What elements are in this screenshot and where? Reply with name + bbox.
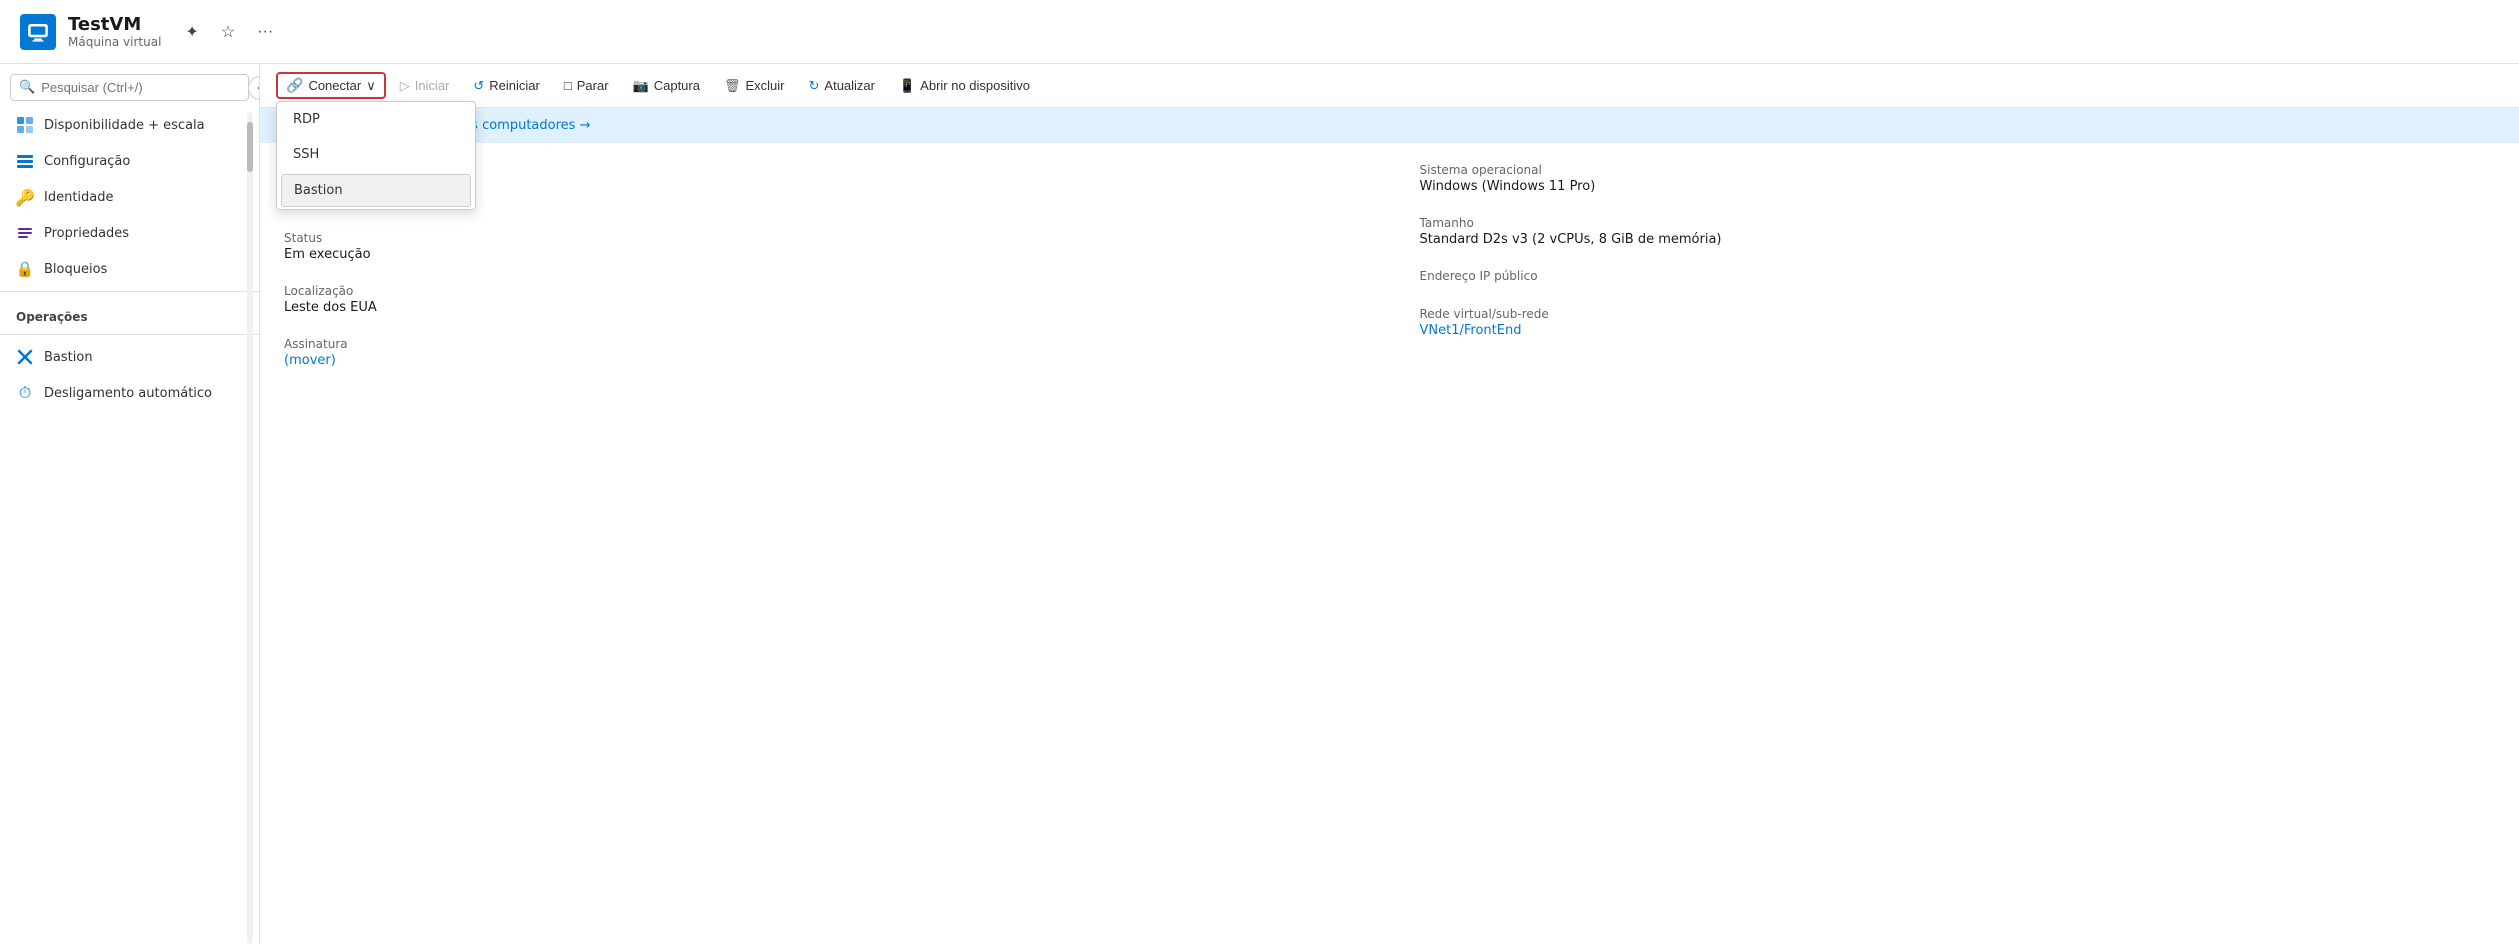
title-group: TestVM Máquina virtual [68,14,161,49]
chevron-down-icon: ∨ [366,78,376,94]
conectar-dropdown-menu: RDP SSH Bastion [276,101,476,210]
assinatura-move-link[interactable]: (mover) [284,353,1360,368]
scrollbar-track [247,112,253,944]
excluir-icon: 🗑 [724,78,741,94]
conectar-icon: 🔗 [286,77,303,94]
more-button[interactable]: ··· [253,19,277,45]
sistema-label: Sistema operacional [1420,163,2496,177]
info-fields-right: Sistema operacional Windows (Windows 11 … [1420,163,2496,368]
parar-icon: □ [564,78,572,93]
sidebar-item-label: Desligamento automático [44,386,212,401]
tamanho-value: Standard D2s v3 (2 vCPUs, 8 GiB de memór… [1420,232,2496,247]
sidebar-item-desligamento[interactable]: ⏱ Desligamento automático [0,375,259,411]
header-actions: ✦ ☆ ··· [181,18,277,46]
sidebar: 🔍 « Disponibilidade + escala [0,64,260,944]
main-layout: 🔍 « Disponibilidade + escala [0,64,2519,944]
field-sistema: Sistema operacional Windows (Windows 11 … [1420,163,2496,194]
reiniciar-icon: ↺ [473,78,484,94]
sidebar-item-disponibilidade[interactable]: Disponibilidade + escala [0,107,259,143]
clock-icon: ⏱ [16,384,34,402]
atualizar-icon: ↻ [809,78,820,94]
page-header: TestVM Máquina virtual ✦ ☆ ··· [0,0,2519,64]
field-status: Status Em execução [284,231,1360,262]
content-area: 🔗 Conectar ∨ RDP SSH Bastion ▷ Iniciar ↺… [260,64,2519,944]
field-localizacao: Localização Leste dos EUA [284,284,1360,315]
info-grid: Grupo de recursos (mover) TestRG1 Status… [284,163,2495,368]
bars-icon [16,224,34,242]
vm-icon [20,14,56,50]
abrir-icon: 📱 [899,78,915,94]
ip-label: Endereço IP público [1420,269,2496,283]
config-icon [16,152,34,170]
sidebar-item-label: Propriedades [44,226,129,241]
conectar-dropdown-container: 🔗 Conectar ∨ RDP SSH Bastion [276,72,386,99]
search-input[interactable] [41,80,240,95]
section-operacoes: Operações [0,296,259,330]
sidebar-item-label: Disponibilidade + escala [44,118,205,133]
tamanho-label: Tamanho [1420,216,2496,230]
field-assinatura: Assinatura (mover) [284,337,1360,368]
key-icon: 🔑 [16,188,34,206]
sidebar-divider-2 [0,334,259,335]
dropdown-item-rdp[interactable]: RDP [277,102,475,137]
pin-button[interactable]: ✦ [181,18,202,46]
conectar-button[interactable]: 🔗 Conectar ∨ [276,72,386,99]
sidebar-item-label: Bastion [44,350,93,365]
status-value: Em execução [284,247,1360,262]
page-title: TestVM [68,14,161,35]
field-ip: Endereço IP público [1420,269,2496,285]
lock-icon: 🔒 [16,260,34,278]
localizacao-label: Localização [284,284,1360,298]
sidebar-item-configuracao[interactable]: Configuração [0,143,259,179]
atualizar-button[interactable]: ↻ Atualizar [799,73,885,99]
localizacao-value: Leste dos EUA [284,300,1360,315]
sidebar-divider [0,291,259,292]
field-tamanho: Tamanho Standard D2s v3 (2 vCPUs, 8 GiB … [1420,216,2496,247]
captura-button[interactable]: 📷 Captura [623,73,710,99]
toolbar: 🔗 Conectar ∨ RDP SSH Bastion ▷ Iniciar ↺… [260,64,2519,108]
sidebar-item-bloqueios[interactable]: 🔒 Bloqueios [0,251,259,287]
info-banner: devem ser instaladas em seus computadore… [260,108,2519,143]
field-rede: Rede virtual/sub-rede VNet1/FrontEnd [1420,307,2496,338]
sidebar-item-label: Bloqueios [44,262,107,277]
search-icon: 🔍 [19,80,35,95]
excluir-button[interactable]: 🗑 Excluir [714,73,795,99]
dropdown-item-bastion[interactable]: Bastion [281,174,471,207]
sidebar-collapse-button[interactable]: « [248,76,260,100]
reiniciar-button[interactable]: ↺ Reiniciar [463,73,549,99]
rede-value-link[interactable]: VNet1/FrontEnd [1420,323,2496,338]
captura-icon: 📷 [633,78,649,94]
iniciar-icon: ▷ [400,78,410,94]
grid-icon [16,116,34,134]
favorite-button[interactable]: ☆ [217,18,239,46]
sidebar-item-bastion[interactable]: Bastion [0,339,259,375]
parar-button[interactable]: □ Parar [554,73,619,98]
assinatura-label: Assinatura [284,337,1360,351]
sidebar-search-container[interactable]: 🔍 [10,74,249,101]
sidebar-item-identidade[interactable]: 🔑 Identidade [0,179,259,215]
sidebar-item-propriedades[interactable]: Propriedades [0,215,259,251]
iniciar-button[interactable]: ▷ Iniciar [390,73,460,99]
sidebar-item-label: Identidade [44,190,114,205]
sidebar-item-label: Configuração [44,154,130,169]
scrollbar-thumb [247,122,253,172]
cross-icon [16,348,34,366]
page-subtitle: Máquina virtual [68,35,161,49]
rede-label: Rede virtual/sub-rede [1420,307,2496,321]
abrir-button[interactable]: 📱 Abrir no dispositivo [889,73,1040,99]
dropdown-item-ssh[interactable]: SSH [277,137,475,172]
sistema-value: Windows (Windows 11 Pro) [1420,179,2496,194]
status-label: Status [284,231,1360,245]
content-body: Grupo de recursos (mover) TestRG1 Status… [260,143,2519,944]
